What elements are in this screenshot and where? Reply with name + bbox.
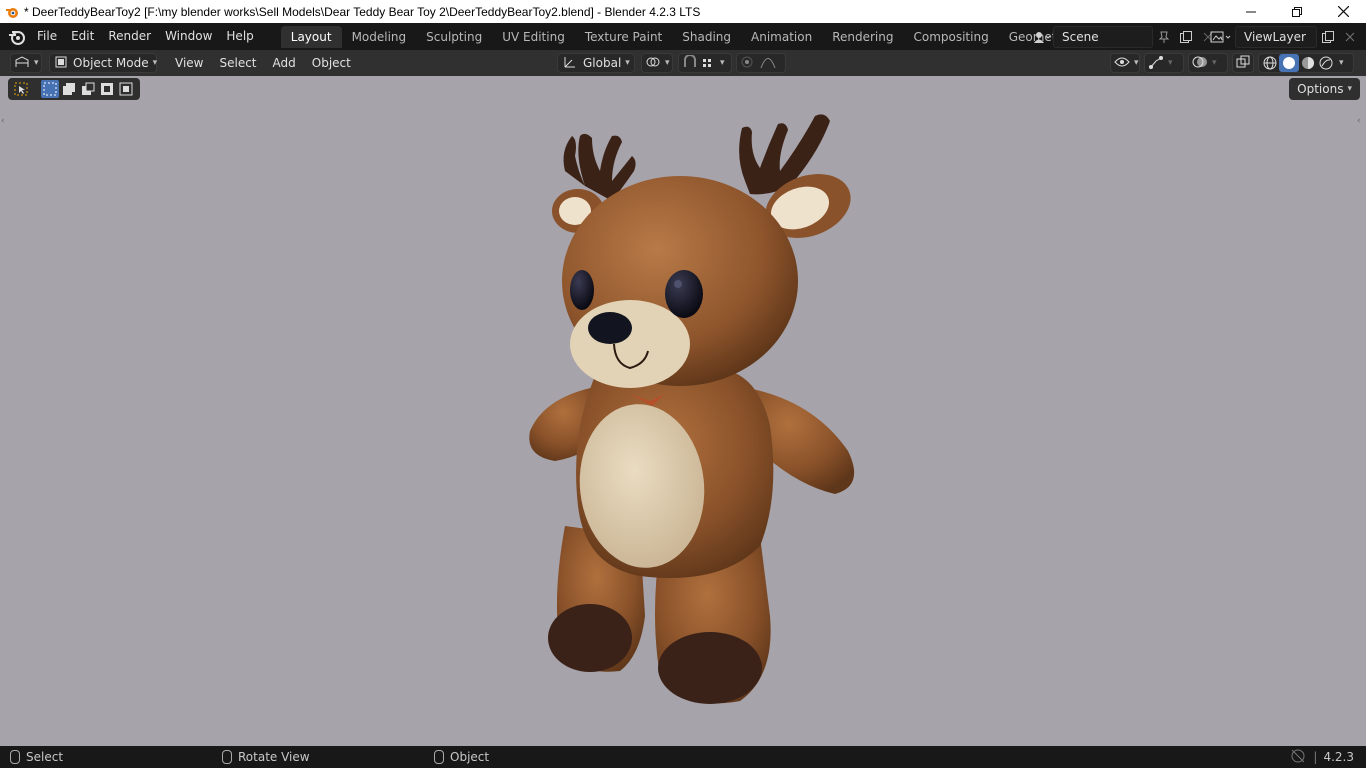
nose <box>588 312 632 344</box>
pivot-point-dropdown[interactable]: ▾ <box>641 53 673 73</box>
scene-selector: Scene <box>1031 25 1219 48</box>
gizmo-icon[interactable] <box>1148 55 1164 72</box>
menu-help[interactable]: Help <box>219 23 260 50</box>
menu-window[interactable]: Window <box>158 23 219 50</box>
workspace-tabs: Layout Modeling Sculpting UV Editing Tex… <box>280 23 1120 50</box>
menu-add[interactable]: Add <box>265 56 304 70</box>
tab-animation[interactable]: Animation <box>741 26 822 48</box>
tab-rendering[interactable]: Rendering <box>822 26 903 48</box>
menu-render[interactable]: Render <box>101 23 158 50</box>
tab-modeling[interactable]: Modeling <box>342 26 417 48</box>
shading-mode-group: ▾ <box>1258 53 1354 73</box>
menu-select[interactable]: Select <box>211 56 264 70</box>
mouse-middle-icon <box>222 750 232 764</box>
mode-selector[interactable]: Object Mode ▾ <box>49 53 157 73</box>
right-eye <box>665 270 703 318</box>
tab-layout[interactable]: Layout <box>280 25 342 48</box>
menu-edit[interactable]: Edit <box>64 23 101 50</box>
scene-name-field[interactable]: Scene <box>1053 25 1153 48</box>
3d-viewport[interactable]: Options ▾ ‹ ‹ <box>0 76 1366 746</box>
delete-viewlayer-icon[interactable] <box>1339 26 1361 48</box>
status-object: Object <box>434 746 489 768</box>
chevron-down-icon: ▾ <box>665 58 670 68</box>
right-eye-highlight <box>674 280 682 288</box>
version-label: 4.2.3 <box>1323 750 1354 764</box>
falloff-icon[interactable] <box>760 55 776 72</box>
orientation-icon <box>563 55 577 72</box>
close-icon[interactable] <box>1320 0 1366 23</box>
pivot-icon <box>645 55 661 72</box>
proportional-edit-icon[interactable] <box>740 55 754 72</box>
menu-file[interactable]: File <box>30 23 64 50</box>
object-mode-icon <box>55 56 67 71</box>
scene-browse-icon[interactable] <box>1031 26 1053 48</box>
gizmo-group: ▾ <box>1144 53 1184 73</box>
tab-sculpting[interactable]: Sculpting <box>416 26 492 48</box>
pin-icon[interactable] <box>1153 26 1175 48</box>
menu-view[interactable]: View <box>167 56 211 70</box>
status-rotate-label: Rotate View <box>238 750 310 764</box>
mode-label: Object Mode <box>73 56 149 70</box>
new-scene-icon[interactable] <box>1175 26 1197 48</box>
eye-icon <box>1114 56 1130 71</box>
editor-type-icon <box>14 55 30 72</box>
tab-shading[interactable]: Shading <box>672 26 741 48</box>
tab-texture-paint[interactable]: Texture Paint <box>575 26 672 48</box>
deer-teddy-bear-model[interactable] <box>0 76 1366 746</box>
muzzle <box>570 300 690 388</box>
overlays-icon[interactable] <box>1192 55 1208 72</box>
status-select-label: Select <box>26 750 64 764</box>
mouse-left-icon <box>10 750 20 764</box>
status-rotate: Rotate View <box>222 746 310 768</box>
status-version: | 4.2.3 <box>1291 746 1354 768</box>
chevron-down-icon[interactable]: ▾ <box>1339 58 1344 68</box>
xray-icon <box>1236 55 1250 72</box>
orientation-label: Global <box>583 56 622 70</box>
viewport-shading-controls: ▾ ▾ ▾ ▾ <box>1110 53 1354 73</box>
visibility-dropdown[interactable]: ▾ <box>1110 53 1140 73</box>
tab-compositing[interactable]: Compositing <box>903 26 998 48</box>
status-select: Select <box>10 746 63 768</box>
status-object-label: Object <box>450 750 490 764</box>
chevron-down-icon: ▾ <box>34 58 39 68</box>
material-preview-icon[interactable] <box>1299 56 1317 70</box>
window-titlebar: * DeerTeddyBearToy2 [F:\my blender works… <box>0 0 1366 23</box>
viewport-header: ▾ Object Mode ▾ View Select Add Object G… <box>0 50 1366 76</box>
solid-shading-icon[interactable] <box>1279 54 1299 72</box>
left-eye <box>570 270 594 310</box>
viewlayer-selector: ViewLayer <box>1207 25 1361 48</box>
xray-toggle[interactable] <box>1232 53 1254 73</box>
restore-icon[interactable] <box>1274 0 1320 23</box>
viewlayer-browse-icon[interactable] <box>1207 26 1235 48</box>
wireframe-shading-icon[interactable] <box>1261 56 1279 70</box>
window-title: * DeerTeddyBearToy2 [F:\my blender works… <box>24 4 701 19</box>
scene-name: Scene <box>1062 29 1099 44</box>
chevron-down-icon: ▾ <box>1134 58 1139 68</box>
status-bar: Select Rotate View Object | 4.2.3 <box>0 746 1366 768</box>
viewlayer-name: ViewLayer <box>1244 29 1306 44</box>
chevron-down-icon[interactable]: ▾ <box>1212 58 1217 68</box>
overlays-group: ▾ <box>1188 53 1228 73</box>
blender-logo-icon[interactable] <box>4 23 30 50</box>
blender-topbar: File Edit Render Window Help Layout Mode… <box>0 23 1366 50</box>
snap-increment-icon[interactable] <box>702 55 716 72</box>
blender-app-icon <box>4 4 20 20</box>
chevron-down-icon: ▾ <box>720 58 725 68</box>
chevron-down-icon[interactable]: ▾ <box>1168 58 1173 68</box>
snap-icon[interactable] <box>682 53 698 72</box>
editor-type-button[interactable]: ▾ <box>10 53 42 73</box>
menu-object[interactable]: Object <box>304 56 359 70</box>
chevron-down-icon: ▾ <box>625 58 630 68</box>
viewlayer-name-field[interactable]: ViewLayer <box>1235 25 1317 48</box>
proportional-editing-group <box>736 53 786 73</box>
mouse-right-icon <box>434 750 444 764</box>
network-offline-icon <box>1291 749 1305 766</box>
rendered-shading-icon[interactable] <box>1317 56 1335 70</box>
minimize-icon[interactable] <box>1228 0 1274 23</box>
chevron-down-icon: ▾ <box>152 58 158 68</box>
tab-uv-editing[interactable]: UV Editing <box>492 26 575 48</box>
transform-orientation-dropdown[interactable]: Global ▾ <box>557 53 635 73</box>
new-viewlayer-icon[interactable] <box>1317 26 1339 48</box>
snapping-group: ▾ <box>678 53 732 73</box>
